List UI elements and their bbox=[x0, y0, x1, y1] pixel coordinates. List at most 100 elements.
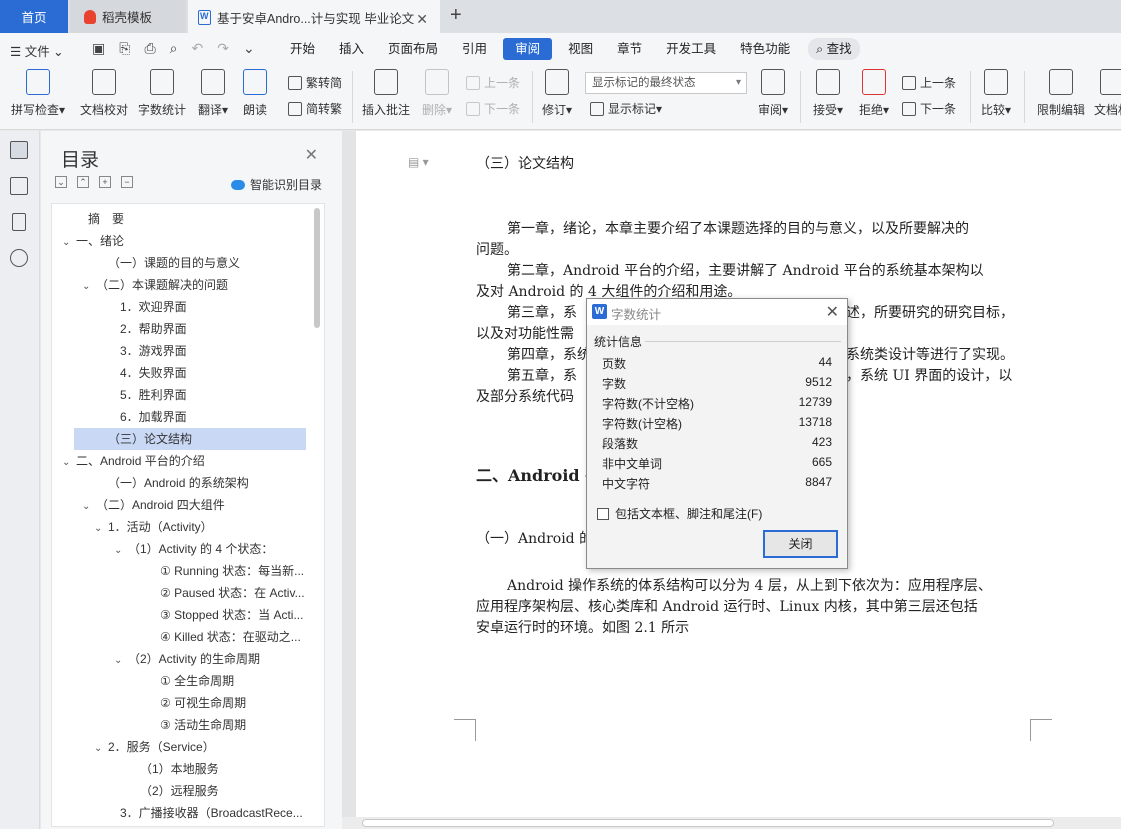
file-menu[interactable]: ☰ 文件 ⌄ bbox=[10, 41, 64, 60]
insert-comment-button[interactable]: 插入批注 bbox=[360, 69, 412, 118]
chevron-down-icon[interactable]: ⌄ bbox=[114, 540, 128, 560]
remove-heading-icon[interactable]: − bbox=[121, 176, 133, 188]
toc-item[interactable]: ④ Killed 状态：在驱动之... bbox=[52, 626, 306, 648]
chevron-down-icon[interactable]: ⌄ bbox=[82, 496, 96, 516]
toc-item[interactable]: ⌄ （1）Activity 的 4 个状态： bbox=[52, 538, 306, 560]
toc-item[interactable]: （一）课题的目的与意义 bbox=[52, 252, 306, 274]
menu-tab[interactable]: 审阅 bbox=[503, 38, 553, 60]
next-comment-button[interactable]: 下一条 bbox=[466, 100, 520, 117]
toc-item[interactable]: 3．广播接收器（BroadcastRece... bbox=[52, 802, 306, 824]
menu-tab[interactable]: 章节 bbox=[605, 38, 654, 60]
spell-check-button[interactable]: 拼写检查▾ bbox=[8, 69, 68, 118]
show-markup-button[interactable]: 显示标记 ▾ bbox=[590, 100, 662, 117]
new-tab-icon[interactable]: + bbox=[450, 4, 462, 27]
delete-comment-button[interactable]: 删除▾ bbox=[420, 69, 454, 118]
dialog-title-bar[interactable]: W 字数统计 ✕ bbox=[587, 299, 847, 325]
horizontal-scrollbar[interactable] bbox=[342, 817, 1121, 829]
include-textbox-checkbox[interactable]: 包括文本框、脚注和尾注(F) bbox=[597, 505, 762, 522]
toc-item[interactable]: 6．加载界面 bbox=[52, 406, 306, 428]
smart-toc-button[interactable]: 智能识别目录 bbox=[230, 176, 322, 193]
proofread-button[interactable]: 文档校对 bbox=[77, 69, 131, 118]
close-tab-icon[interactable]: ✕ bbox=[416, 11, 428, 28]
collapse-all-icon[interactable]: ⌄ bbox=[55, 176, 67, 188]
toc-item[interactable]: 1．欢迎界面 bbox=[52, 296, 306, 318]
export-icon[interactable]: ⎘ bbox=[119, 40, 130, 57]
toc-item[interactable]: （三）论文结构 bbox=[74, 428, 306, 450]
trad-to-simp-button[interactable]: 繁转简 bbox=[288, 74, 342, 91]
previous-comment-button[interactable]: 上一条 bbox=[466, 74, 520, 91]
toc-item[interactable]: ② 可视生命周期 bbox=[52, 692, 306, 714]
close-icon[interactable]: ✕ bbox=[305, 145, 318, 165]
chevron-down-icon[interactable]: ⌄ bbox=[82, 276, 96, 296]
translate-button[interactable]: 翻译▾ bbox=[194, 69, 232, 118]
toc-scrollbar[interactable] bbox=[314, 208, 320, 328]
chapter-nav-icon[interactable] bbox=[10, 177, 28, 195]
previous-change-button[interactable]: 上一条 bbox=[902, 74, 956, 91]
toc-item[interactable]: ⌄ 二、Android 平台的介绍 bbox=[52, 450, 306, 472]
restrict-editing-button[interactable]: 限制编辑 bbox=[1034, 69, 1088, 118]
toc-item[interactable]: ⌄ （二）Android 四大组件 bbox=[52, 494, 306, 516]
toc-item[interactable]: 摘 要 bbox=[52, 208, 306, 230]
menu-tab[interactable]: 引用 bbox=[450, 38, 499, 60]
bookmark-icon[interactable] bbox=[12, 213, 26, 231]
expand-all-icon[interactable]: ⌃ bbox=[77, 176, 89, 188]
more-icon[interactable]: ⌄ bbox=[243, 40, 255, 57]
redo-icon[interactable]: ↷ bbox=[217, 40, 229, 57]
next-change-button[interactable]: 下一条 bbox=[902, 100, 956, 117]
search-box[interactable]: ⌕ 查找 bbox=[808, 38, 860, 60]
toc-item[interactable]: ⌄ 2．服务（Service） bbox=[52, 736, 306, 758]
toc-item[interactable]: ⌄ 1．活动（Activity） bbox=[52, 516, 306, 538]
chevron-down-icon[interactable]: ⌄ bbox=[62, 452, 76, 472]
menu-tab[interactable]: 开始 bbox=[278, 38, 327, 60]
toc-item[interactable]: ① Running 状态：每当新... bbox=[52, 560, 306, 582]
add-heading-icon[interactable]: + bbox=[99, 176, 111, 188]
chevron-down-icon[interactable]: ⌄ bbox=[94, 518, 108, 538]
toc-item[interactable]: 5．胜利界面 bbox=[52, 384, 306, 406]
chevron-down-icon[interactable]: ⌄ bbox=[62, 232, 76, 252]
toc-item[interactable]: 3．游戏界面 bbox=[52, 340, 306, 362]
simp-to-trad-button[interactable]: 简转繁 bbox=[288, 100, 342, 117]
chevron-down-icon[interactable]: ⌄ bbox=[94, 738, 108, 758]
close-button[interactable]: 关闭 bbox=[763, 530, 838, 558]
word-count-button[interactable]: 字数统计 bbox=[137, 69, 187, 118]
save-icon[interactable]: ▣ bbox=[92, 40, 105, 57]
toc-icon[interactable] bbox=[10, 141, 28, 159]
toc-item[interactable]: ⌄ （2）Activity 的生命周期 bbox=[52, 648, 306, 670]
reject-button[interactable]: 拒绝▾ bbox=[856, 69, 892, 118]
scrollbar-thumb[interactable] bbox=[362, 819, 1054, 827]
undo-icon[interactable]: ↶ bbox=[191, 40, 203, 57]
read-aloud-button[interactable]: 朗读 bbox=[240, 69, 270, 118]
document-permission-button[interactable]: 文档权 bbox=[1094, 69, 1121, 118]
paragraph-handle-icon[interactable]: ▤ ▾ bbox=[408, 155, 429, 169]
markup-display-select[interactable]: 显示标记的最终状态 bbox=[585, 72, 747, 94]
print-icon[interactable]: ⎙ bbox=[144, 40, 155, 57]
toc-item[interactable]: 2．帮助界面 bbox=[52, 318, 306, 340]
toc-item[interactable]: （2）远程服务 bbox=[52, 780, 306, 802]
search-icon[interactable] bbox=[10, 249, 28, 267]
review-pane-button[interactable]: 审阅▾ bbox=[756, 69, 790, 118]
toc-item[interactable]: ⌄ 一、绪论 bbox=[52, 230, 306, 252]
document-permission-label: 文档权 bbox=[1094, 103, 1121, 117]
accept-button[interactable]: 接受▾ bbox=[810, 69, 846, 118]
preview-icon[interactable]: ⌕ bbox=[170, 40, 178, 57]
toc-item[interactable]: 4．失败界面 bbox=[52, 362, 306, 384]
track-changes-button[interactable]: 修订▾ bbox=[540, 69, 574, 118]
toc-item[interactable]: ⌄ （二）本课题解决的问题 bbox=[52, 274, 306, 296]
compare-button[interactable]: 比较▾ bbox=[978, 69, 1014, 118]
toc-item[interactable]: （1）本地服务 bbox=[52, 758, 306, 780]
tab-home[interactable]: 首页 bbox=[0, 0, 68, 33]
chevron-down-icon[interactable]: ⌄ bbox=[114, 650, 128, 670]
menu-tab[interactable]: 视图 bbox=[556, 38, 605, 60]
tab-document[interactable]: 基于安卓Andro...计与实现 毕业论文✕ bbox=[188, 0, 440, 33]
menu-tab[interactable]: 插入 bbox=[327, 38, 376, 60]
toc-item[interactable]: ① 全生命周期 bbox=[52, 670, 306, 692]
menu-tab[interactable]: 开发工具 bbox=[654, 38, 728, 60]
toc-item[interactable]: ③ Stopped 状态：当 Acti... bbox=[52, 604, 306, 626]
close-icon[interactable]: ✕ bbox=[826, 302, 839, 322]
menu-tab[interactable]: 页面布局 bbox=[376, 38, 450, 60]
toc-item[interactable]: ③ 活动生命周期 bbox=[52, 714, 306, 736]
toc-item[interactable]: （一）Android 的系统架构 bbox=[52, 472, 306, 494]
toc-item[interactable]: ② Paused 状态：在 Activ... bbox=[52, 582, 306, 604]
tab-template[interactable]: 稻壳模板 bbox=[70, 0, 186, 33]
menu-tab[interactable]: 特色功能 bbox=[728, 38, 802, 60]
